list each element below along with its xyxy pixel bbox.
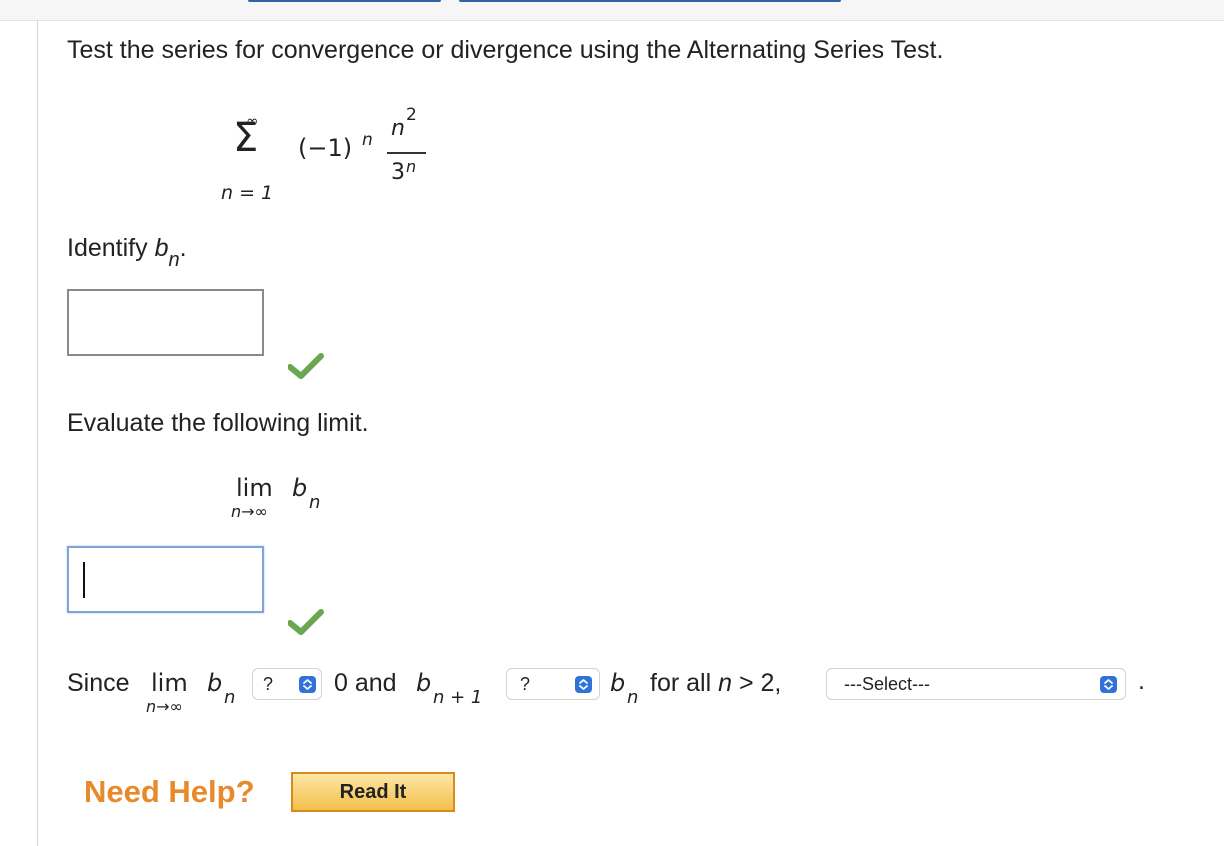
numerator-exponent: 2 — [406, 105, 417, 125]
evaluate-limit-prompt: Evaluate the following limit. — [67, 409, 369, 437]
conclusion-select[interactable]: ---Select--- — [826, 668, 1126, 700]
b-next-term: b — [416, 669, 432, 697]
identify-prompt: Identify bn. — [67, 234, 187, 271]
for-all-text: for all n > 2, — [650, 669, 782, 697]
top-bar — [0, 0, 1224, 21]
tab-stub-left[interactable] — [248, 0, 441, 2]
denominator-base: 3 — [391, 160, 405, 185]
limit-answer-input[interactable] — [67, 546, 264, 613]
updown-chevron-icon — [1100, 676, 1117, 693]
check-icon — [287, 608, 324, 641]
sigma-symbol: Σ — [233, 115, 259, 161]
sign-exponent: n — [362, 130, 373, 150]
text-caret — [83, 562, 85, 598]
zero-and-text: 0 and — [334, 669, 397, 697]
since-label: Since — [67, 669, 130, 697]
need-help-label: Need Help? — [84, 774, 255, 809]
since-lim-sub: n — [224, 687, 236, 708]
since-lim-label: lim — [151, 669, 188, 697]
b-term: b — [610, 669, 626, 697]
instruction: Test the series for convergence or diver… — [67, 36, 944, 64]
sum-lower-limit: n = 1 — [221, 182, 274, 204]
denominator-exponent: n — [406, 157, 417, 176]
lim-underscript: n→∞ — [231, 502, 268, 521]
b-next-sub: n + 1 — [433, 687, 483, 708]
updown-chevron-icon — [575, 676, 592, 693]
bn-answer-input[interactable] — [67, 289, 264, 356]
fraction-bar — [387, 152, 426, 154]
check-icon — [287, 352, 324, 385]
numerator-base: n — [391, 116, 405, 141]
left-rule — [37, 20, 38, 846]
read-it-button[interactable]: Read It — [291, 772, 455, 812]
tab-stub-right[interactable] — [459, 0, 841, 2]
b-term-sub: n — [627, 687, 639, 708]
comparison-select-limit[interactable]: ? — [252, 668, 322, 700]
end-period: . — [1138, 667, 1145, 695]
lim-label: lim — [236, 474, 273, 502]
sign-term: (−1) — [298, 134, 353, 162]
lim-variable: b — [292, 474, 308, 502]
comparison-select-terms[interactable]: ? — [506, 668, 600, 700]
since-lim-variable: b — [207, 669, 223, 697]
since-lim-underscript: n→∞ — [146, 697, 183, 716]
updown-chevron-icon — [299, 676, 316, 693]
lim-variable-sub: n — [309, 492, 321, 513]
